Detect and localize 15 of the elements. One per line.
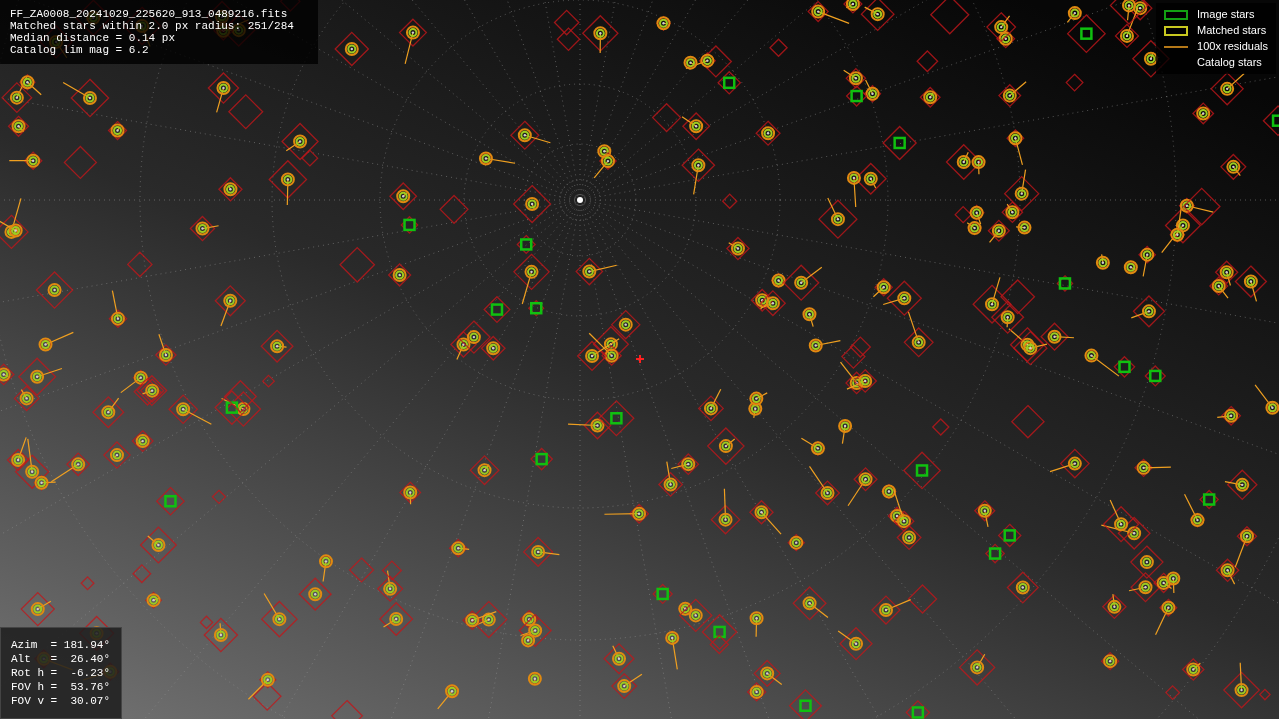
legend-label: Matched stars: [1197, 23, 1267, 39]
pointing-text: Alt = 26.40°: [11, 652, 111, 666]
info-text: Matched stars within 2.0 px radius: 251/284: [10, 20, 295, 32]
square-outline-icon: [1164, 9, 1189, 20]
pointing-text: FOV h = 53.76°: [11, 680, 111, 694]
legend-label: Catalog stars: [1197, 55, 1262, 71]
legend-label: Image stars: [1197, 7, 1255, 23]
info-text: Catalog lim mag = 6.2: [10, 44, 150, 56]
rectangle-outline-icon: [1164, 25, 1189, 36]
info-text: FF_ZA0008_20241029_225620_913_0489216.fits: [10, 8, 289, 20]
pointing-text: Rot h = -6.23°: [11, 666, 111, 680]
pointing-text: FOV v = 30.07°: [11, 694, 111, 708]
info-text: Median distance = 0.14 px: [10, 32, 177, 44]
pointing-text: Azim = 181.94°: [11, 638, 111, 652]
legend-label: 100x residuals: [1197, 39, 1268, 55]
